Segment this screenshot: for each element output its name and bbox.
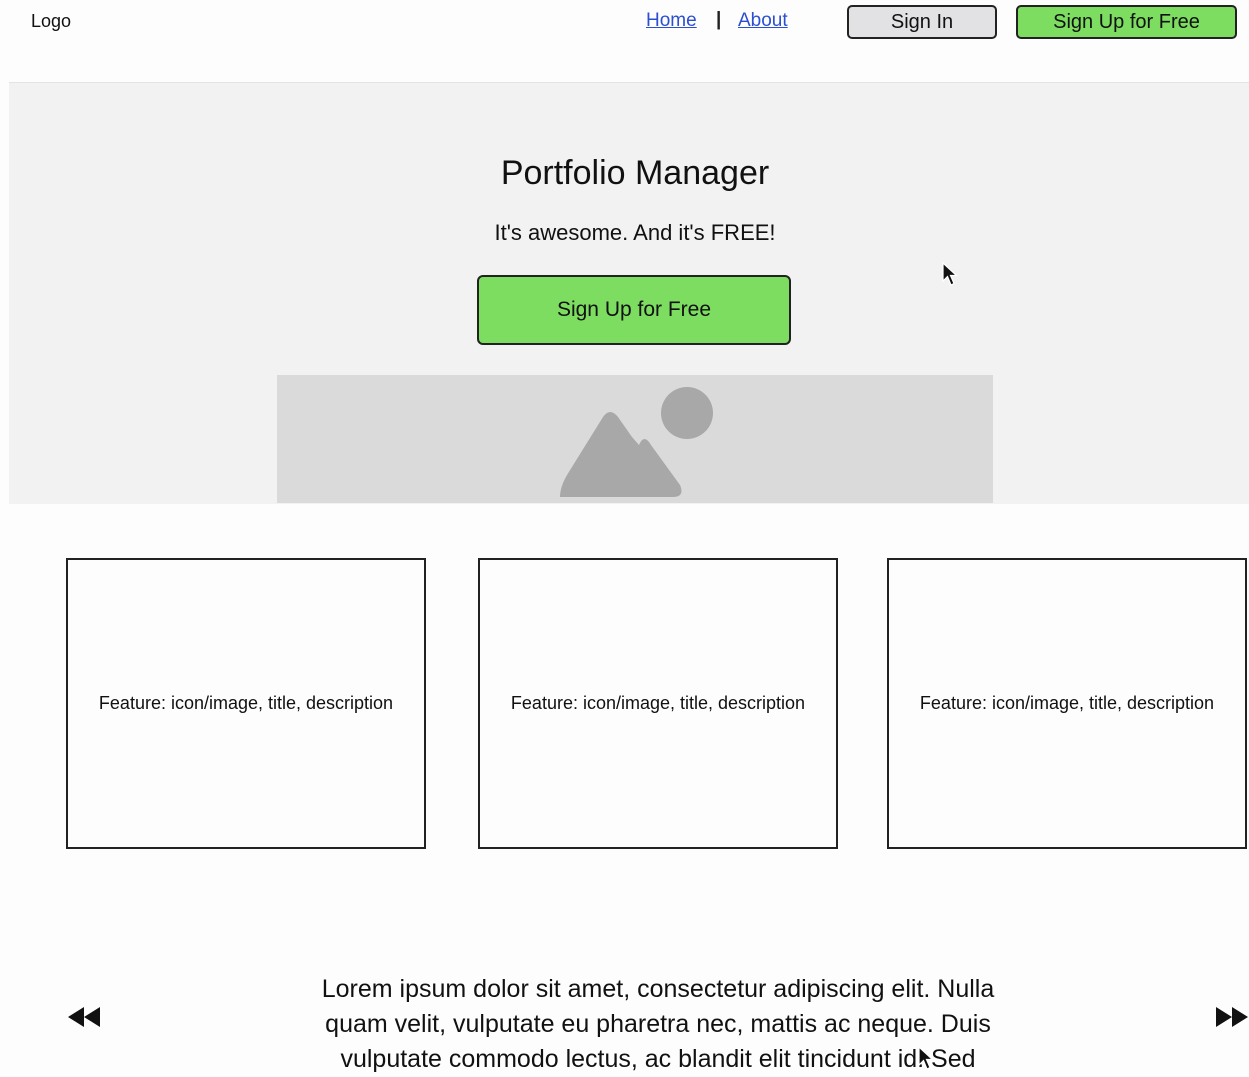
image-placeholder-icon bbox=[560, 387, 713, 497]
fast-forward-icon[interactable] bbox=[1214, 1005, 1249, 1029]
sign-up-hero-button[interactable]: Sign Up for Free bbox=[477, 275, 791, 345]
feature-card: Feature: icon/image, title, description bbox=[66, 558, 426, 849]
hero-image-placeholder bbox=[277, 375, 993, 503]
hero-title: Portfolio Manager bbox=[500, 154, 770, 192]
mouse-cursor-icon bbox=[942, 262, 959, 286]
hero-subtitle: It's awesome. And it's FREE! bbox=[494, 220, 776, 245]
logo: Logo bbox=[31, 11, 72, 31]
feature-card: Feature: icon/image, title, description bbox=[478, 558, 838, 849]
feature-card: Feature: icon/image, title, description bbox=[887, 558, 1247, 849]
nav-link-about[interactable]: About bbox=[738, 10, 788, 32]
testimonial-text: Lorem ipsum dolor sit amet, consectetur … bbox=[321, 975, 995, 1073]
nav-separator: | bbox=[716, 9, 722, 30]
sign-in-button[interactable]: Sign In bbox=[847, 5, 997, 39]
rewind-icon[interactable] bbox=[66, 1005, 102, 1029]
mouse-cursor-icon bbox=[918, 1046, 935, 1070]
nav-link-home[interactable]: Home bbox=[646, 10, 697, 32]
sign-up-header-button[interactable]: Sign Up for Free bbox=[1016, 5, 1237, 39]
